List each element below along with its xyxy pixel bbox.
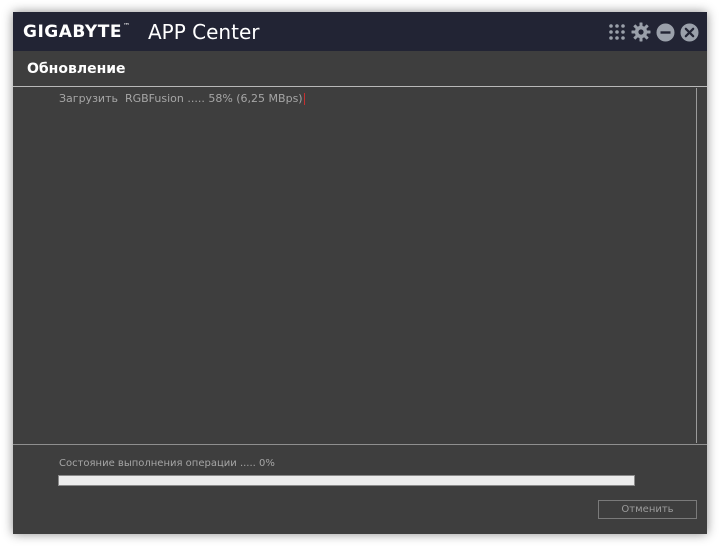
brand-name: GIGABYTE (23, 22, 122, 42)
operation-status: Состояние выполнения операции ..... 0% (59, 458, 275, 469)
operation-progress-bar (58, 475, 635, 486)
page-title: Обновление (27, 61, 126, 77)
window-controls (603, 22, 699, 42)
text-caret (303, 93, 305, 105)
log-entry: Загрузить RGBFusion ..... 58% (6,25 MBps… (59, 92, 305, 105)
close-icon (680, 23, 698, 41)
settings-button[interactable] (631, 22, 651, 42)
title-bar[interactable]: GIGABYTE™ APP Center (13, 12, 707, 51)
apps-grid-button[interactable] (607, 22, 627, 42)
grid-icon (609, 24, 625, 40)
close-button[interactable] (679, 22, 699, 42)
gear-icon (631, 22, 651, 42)
gigabyte-logo: GIGABYTE™ (23, 22, 130, 42)
cancel-button[interactable]: Отменить (598, 500, 697, 519)
section-header: Обновление (13, 51, 707, 87)
app-window: GIGABYTE™ APP Center Обновление Загрузит… (13, 12, 707, 534)
minimize-button[interactable] (655, 22, 675, 42)
minimize-icon (656, 23, 674, 41)
brand-trademark: ™ (122, 22, 131, 30)
log-entry-text: Загрузить RGBFusion ..... 58% (6,25 MBps… (59, 92, 303, 105)
divider (13, 444, 707, 445)
update-log-panel[interactable]: Загрузить RGBFusion ..... 58% (6,25 MBps… (13, 88, 697, 443)
app-title: APP Center (148, 20, 260, 44)
